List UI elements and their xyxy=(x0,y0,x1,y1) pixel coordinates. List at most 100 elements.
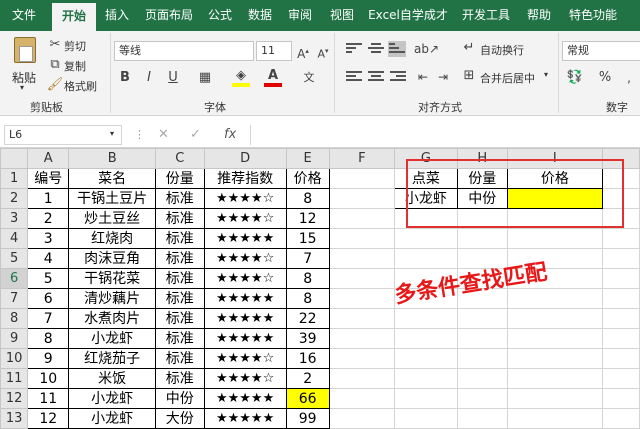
cell[interactable] xyxy=(328,368,396,389)
cell[interactable] xyxy=(506,348,603,369)
column-header[interactable]: D xyxy=(203,148,287,169)
cell[interactable] xyxy=(601,288,640,309)
header-cell[interactable]: 推荐指数 xyxy=(203,168,287,189)
bold-button[interactable]: B xyxy=(116,69,134,87)
cell[interactable] xyxy=(601,248,640,269)
column-header[interactable]: F xyxy=(328,148,396,169)
row-header[interactable]: 10 xyxy=(0,348,29,369)
wrap-text-button[interactable]: ↵ 自动换行 xyxy=(460,39,540,59)
cell[interactable]: 标准 xyxy=(155,268,205,289)
font-color-button[interactable]: A xyxy=(264,67,282,87)
tab-special-features[interactable]: 特色功能 xyxy=(563,0,623,31)
insert-function-button[interactable]: fx xyxy=(224,127,236,142)
copy-button[interactable]: ⧉ 复制 xyxy=(46,56,106,74)
cell[interactable]: 99 xyxy=(285,408,330,429)
tab-insert[interactable]: 插入 xyxy=(100,0,134,31)
format-painter-button[interactable]: 🖌 格式刷 xyxy=(46,76,106,94)
highlighted-price-cell[interactable]: 66 xyxy=(285,388,330,409)
merge-center-button[interactable]: ⊞ 合并后居中 ▾ xyxy=(460,67,552,87)
cell[interactable]: 2 xyxy=(285,368,330,389)
borders-icon[interactable]: ▦ xyxy=(196,69,214,87)
cell[interactable] xyxy=(328,168,396,189)
cell[interactable] xyxy=(456,388,508,409)
cell[interactable]: 4 xyxy=(27,248,70,269)
cell[interactable] xyxy=(456,348,508,369)
cell[interactable] xyxy=(601,348,640,369)
cell[interactable]: 5 xyxy=(27,268,70,289)
header-cell[interactable]: 价格 xyxy=(285,168,330,189)
cell[interactable] xyxy=(506,368,603,389)
cell[interactable]: 标准 xyxy=(155,308,205,329)
row-header[interactable]: 2 xyxy=(0,188,29,209)
column-header[interactable]: B xyxy=(68,148,157,169)
rating-cell[interactable]: ★★★★★ xyxy=(203,388,287,409)
cell[interactable]: 小龙虾 xyxy=(68,388,157,409)
align-left-icon[interactable] xyxy=(346,71,362,83)
cell[interactable] xyxy=(601,388,640,409)
enter-icon[interactable]: ✓ xyxy=(190,127,201,142)
row-header[interactable]: 4 xyxy=(0,228,29,249)
cell[interactable] xyxy=(328,228,396,249)
cell[interactable] xyxy=(506,288,603,309)
cell[interactable]: 9 xyxy=(27,348,70,369)
cell[interactable]: 7 xyxy=(27,308,70,329)
cell[interactable] xyxy=(601,228,640,249)
font-name-select[interactable]: 等线 xyxy=(114,41,254,61)
rating-cell[interactable]: ★★★★★ xyxy=(203,328,287,349)
cell[interactable] xyxy=(328,288,396,309)
increase-font-size-icon[interactable]: A▴ xyxy=(294,42,312,61)
cell[interactable]: 标准 xyxy=(155,288,205,309)
tab-formulas[interactable]: 公式 xyxy=(203,0,237,31)
align-right-icon[interactable] xyxy=(390,71,406,83)
cell[interactable]: 红烧肉 xyxy=(68,228,157,249)
row-header[interactable]: 1 xyxy=(0,168,29,189)
cell[interactable]: 清炒藕片 xyxy=(68,288,157,309)
cell[interactable]: 11 xyxy=(27,388,70,409)
cell[interactable]: 标准 xyxy=(155,348,205,369)
cell[interactable] xyxy=(456,308,508,329)
tab-excel-self-study[interactable]: Excel自学成才 xyxy=(366,0,450,31)
cell[interactable]: 12 xyxy=(285,208,330,229)
cell[interactable] xyxy=(601,328,640,349)
row-header[interactable]: 8 xyxy=(0,308,29,329)
cell[interactable]: 7 xyxy=(285,248,330,269)
fill-color-icon[interactable]: ◈ xyxy=(232,67,250,87)
cell[interactable] xyxy=(506,328,603,349)
cell[interactable]: 干锅土豆片 xyxy=(68,188,157,209)
rating-cell[interactable]: ★★★★★ xyxy=(203,288,287,309)
phonetic-icon[interactable]: 文 xyxy=(300,69,318,87)
cell[interactable] xyxy=(394,388,458,409)
decrease-font-size-icon[interactable]: A▾ xyxy=(314,42,332,61)
cell[interactable] xyxy=(506,408,603,429)
cell[interactable]: 2 xyxy=(27,208,70,229)
row-header[interactable]: 5 xyxy=(0,248,29,269)
column-header[interactable]: C xyxy=(155,148,205,169)
font-size-select[interactable]: 11 xyxy=(256,41,292,61)
row-header[interactable]: 13 xyxy=(0,408,29,429)
cell[interactable] xyxy=(394,328,458,349)
cell[interactable]: 6 xyxy=(27,288,70,309)
rating-cell[interactable]: ★★★★☆ xyxy=(203,248,287,269)
cell[interactable] xyxy=(456,408,508,429)
number-format-select[interactable]: 常规 xyxy=(562,41,640,61)
cell[interactable] xyxy=(394,408,458,429)
cell[interactable] xyxy=(394,348,458,369)
name-box-dropdown-icon[interactable]: ▾ xyxy=(110,129,114,138)
tab-developer[interactable]: 开发工具 xyxy=(458,0,514,31)
paste-button[interactable]: 粘贴 ▾ xyxy=(8,35,42,92)
tab-page-layout[interactable]: 页面布局 xyxy=(140,0,198,31)
header-cell[interactable]: 份量 xyxy=(155,168,205,189)
cell[interactable]: 15 xyxy=(285,228,330,249)
cell[interactable]: 小龙虾 xyxy=(68,408,157,429)
cell[interactable]: 水煮肉片 xyxy=(68,308,157,329)
increase-indent-icon[interactable]: ⇥ xyxy=(434,68,452,86)
cell[interactable]: 8 xyxy=(285,288,330,309)
align-top-icon[interactable] xyxy=(346,43,362,55)
align-middle-icon[interactable] xyxy=(368,43,384,55)
cell[interactable]: 标准 xyxy=(155,228,205,249)
select-all-corner[interactable] xyxy=(0,148,29,169)
row-header[interactable]: 11 xyxy=(0,368,29,389)
tab-data[interactable]: 数据 xyxy=(243,0,277,31)
cell[interactable] xyxy=(394,228,458,249)
cell[interactable]: 12 xyxy=(27,408,70,429)
